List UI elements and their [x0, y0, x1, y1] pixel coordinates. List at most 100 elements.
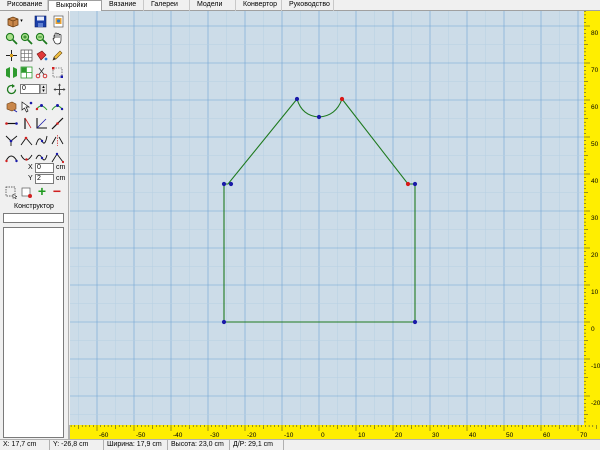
node-armhole-right-outer[interactable] — [412, 181, 418, 187]
canvas-svg[interactable] — [70, 11, 584, 425]
ruler-label-h: 20 — [395, 432, 403, 439]
status-width: Ширина: 17,9 cm — [104, 440, 168, 450]
node-shoulder-right[interactable] — [339, 96, 345, 102]
box-select-icon[interactable] — [4, 185, 18, 199]
node-hem-left[interactable] — [221, 319, 227, 325]
pan-hand-icon[interactable] — [50, 31, 64, 45]
ruler-label-h: -30 — [210, 432, 220, 439]
ruler-label-h: -20 — [247, 432, 257, 439]
y-unit-label: cm — [56, 175, 66, 182]
node-hem-right[interactable] — [412, 319, 418, 325]
symmetry-icon[interactable] — [50, 133, 64, 147]
rotate-icon[interactable] — [4, 82, 18, 96]
crosshair-tool-icon[interactable] — [4, 48, 18, 62]
save-icon[interactable] — [33, 14, 47, 28]
vertical-line-icon[interactable] — [19, 116, 33, 130]
ruler-label-h: 10 — [358, 432, 366, 439]
corner-node-icon[interactable] — [50, 150, 64, 164]
diagonal-line-icon[interactable] — [50, 116, 64, 130]
cube-rotate-icon[interactable] — [4, 99, 18, 113]
zoom-out-icon[interactable] — [34, 31, 48, 45]
line-segment-icon[interactable] — [4, 116, 18, 130]
add-construction-button[interactable]: + — [35, 184, 49, 198]
angle-line-icon[interactable] — [34, 116, 48, 130]
tab-galleries[interactable]: Галереи — [144, 0, 190, 11]
ruler-label-v: 70 — [591, 67, 599, 74]
x-coordinate-label: X — [28, 164, 33, 171]
tab-converter[interactable]: Конвертор — [236, 0, 282, 11]
ruler-label-v: 40 — [591, 178, 599, 185]
grid-icon[interactable] — [19, 48, 33, 62]
open-menu-icon[interactable]: ▾ — [4, 14, 26, 28]
ruler-label-v: 20 — [591, 252, 599, 259]
node-armhole-left-outer[interactable] — [221, 181, 227, 187]
ruler-label-h: 60 — [543, 432, 551, 439]
tab-drawing[interactable]: Рисование — [0, 0, 48, 11]
rotation-angle-spinner[interactable]: ▴ ▾ — [40, 84, 47, 94]
horizontal-ruler: -60 -50 -40 -30 -20 -10 0 10 20 30 40 50 60 70 — [70, 425, 600, 439]
ruler-label-h: 40 — [469, 432, 477, 439]
vertical-ruler-svg: 80 70 60 50 40 30 20 10 0 -10 -20 — [584, 11, 600, 423]
remove-construction-button[interactable]: − — [50, 184, 64, 198]
y-coordinate-label: Y — [28, 175, 33, 182]
arc-node-icon[interactable] — [19, 150, 33, 164]
status-y: Y: -26,8 cm — [50, 440, 104, 450]
zoom-fit-icon[interactable] — [4, 31, 18, 45]
split-line-icon[interactable] — [19, 133, 33, 147]
smooth-node-icon[interactable] — [34, 150, 48, 164]
ruler-label-h: -60 — [99, 432, 109, 439]
select-nodes-icon[interactable] — [50, 65, 64, 79]
ruler-label-v: 30 — [591, 215, 599, 222]
status-bar: X: 17,7 cm Y: -26,8 cm Ширина: 17,9 cm В… — [0, 439, 600, 450]
delete-node-icon[interactable] — [50, 99, 64, 113]
tab-manual[interactable]: Руководство — [282, 0, 334, 11]
app-window: Рисование Выкройки Вязание Галереи Модел… — [0, 0, 600, 450]
drawing-canvas[interactable] — [70, 11, 584, 425]
move-cross-icon[interactable] — [52, 82, 66, 96]
curve-tool-icon[interactable] — [34, 133, 48, 147]
tab-knitting[interactable]: Вязание — [102, 0, 144, 11]
node-properties-icon[interactable] — [19, 185, 33, 199]
rotation-angle-input[interactable]: 0 — [20, 84, 40, 94]
status-height: Высота: 23,0 cm — [168, 440, 230, 450]
pattern-outline[interactable] — [223, 98, 416, 323]
join-lines-icon[interactable] — [4, 133, 18, 147]
status-diagonal: Д/Р: 29,1 cm — [230, 440, 284, 450]
ruler-label-h: -40 — [173, 432, 183, 439]
grid — [70, 11, 584, 425]
ruler-label-h: 0 — [321, 432, 325, 439]
ruler-label-h: 70 — [580, 432, 588, 439]
ruler-label-h: 50 — [506, 432, 514, 439]
ruler-label-v: 80 — [591, 30, 599, 37]
mirror-shape-icon[interactable] — [4, 65, 18, 79]
tool-panel: ▾ 0 ▴ ▾ X 0 cm Y 2 cm + − Конструктор — [0, 11, 69, 439]
neckline-curve[interactable] — [296, 98, 343, 118]
tab-bar: Рисование Выкройки Вязание Галереи Модел… — [0, 0, 600, 12]
ruler-label-h: -50 — [136, 432, 146, 439]
node-shoulder-left[interactable] — [294, 96, 300, 102]
node-armhole-right-inner[interactable] — [405, 181, 411, 187]
node-armhole-left-inner[interactable] — [228, 181, 234, 187]
vertical-ruler: 80 70 60 50 40 30 20 10 0 -10 -20 — [584, 11, 600, 425]
tab-models[interactable]: Модели — [190, 0, 236, 11]
bezier-node-icon[interactable] — [4, 150, 18, 164]
ruler-label-v: -10 — [591, 363, 600, 370]
constructor-label: Конструктор — [14, 203, 54, 210]
ruler-label-h: 30 — [432, 432, 440, 439]
constructor-input[interactable] — [3, 213, 64, 223]
scissors-icon[interactable] — [34, 65, 48, 79]
move-node-icon[interactable] — [19, 99, 33, 113]
ruler-label-v: 50 — [591, 141, 599, 148]
x-coordinate-input[interactable]: 0 — [35, 163, 54, 173]
zoom-in-icon[interactable] — [19, 31, 33, 45]
pattern-shape[interactable] — [221, 96, 418, 325]
add-node-icon[interactable] — [34, 99, 48, 113]
paint-bucket-icon[interactable] — [34, 48, 48, 62]
ruler-label-h: -10 — [284, 432, 294, 439]
status-x: X: 17,7 cm — [0, 440, 50, 450]
node-neck-center[interactable] — [316, 114, 322, 120]
export-icon[interactable] — [51, 14, 65, 28]
constructor-list[interactable] — [3, 227, 64, 438]
fill-grid-icon[interactable] — [19, 65, 33, 79]
pencil-icon[interactable] — [50, 48, 64, 62]
